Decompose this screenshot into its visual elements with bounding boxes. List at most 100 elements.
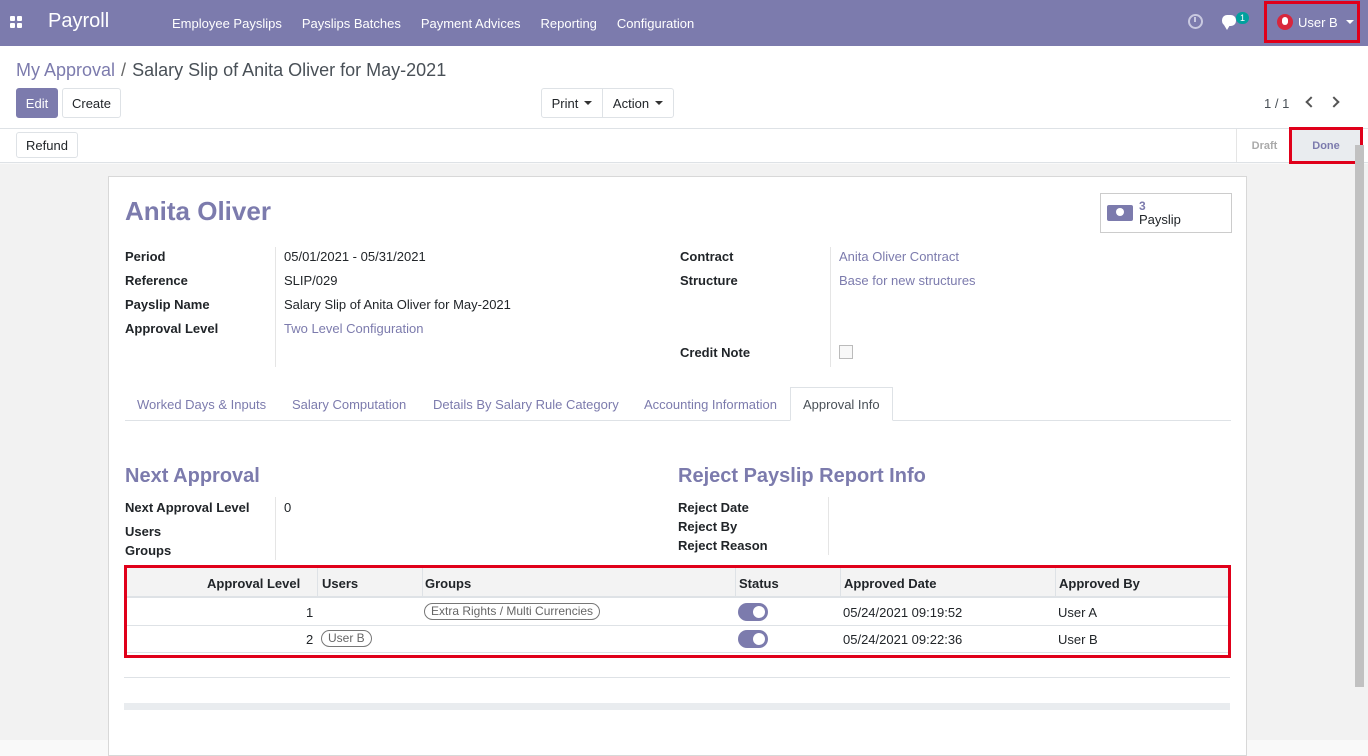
payslip-name-value[interactable]: Salary Slip of Anita Oliver for May-2021: [284, 297, 511, 312]
activity-clock-icon[interactable]: [1188, 14, 1203, 29]
row-level: 1: [306, 605, 314, 620]
tab-approval-info[interactable]: Approval Info: [790, 387, 893, 421]
print-dropdown[interactable]: Print: [541, 88, 603, 118]
row-approved-by: User A: [1058, 605, 1098, 620]
divider: [830, 247, 831, 367]
contract-label: Contract: [680, 249, 734, 264]
print-label: Print: [551, 95, 579, 111]
top-navbar: Payroll Employee Payslips Payslips Batch…: [0, 0, 1368, 46]
reference-label: Reference: [125, 273, 188, 288]
tab-details-by-rule[interactable]: Details By Salary Rule Category: [421, 387, 631, 421]
row-level: 2: [306, 632, 314, 647]
col-groups[interactable]: Groups: [425, 576, 471, 591]
reject-info-title: Reject Payslip Report Info: [678, 465, 926, 487]
messaging-chat-icon[interactable]: [1222, 15, 1236, 30]
reject-date-label: Reject Date: [678, 500, 749, 515]
menu-configuration[interactable]: Configuration: [617, 16, 694, 31]
breadcrumb: My Approval / Salary Slip of Anita Oliver …: [16, 60, 446, 81]
col-status[interactable]: Status: [739, 576, 779, 591]
breadcrumb-separator: /: [121, 60, 127, 80]
tab-worked-days[interactable]: Worked Days & Inputs: [125, 387, 278, 421]
chevron-right-icon[interactable]: [1328, 96, 1340, 108]
divider: [124, 677, 1230, 678]
breadcrumb-my-approval[interactable]: My Approval: [16, 60, 115, 80]
tab-salary-computation[interactable]: Salary Computation: [280, 387, 418, 421]
column-divider: [735, 568, 736, 598]
approval-lines-table: Approval Level Users Groups Status Appro…: [124, 565, 1231, 658]
notebook-tabs: Worked Days & Inputs Salary Computation …: [125, 387, 1231, 421]
pager-value[interactable]: 1 / 1: [1264, 96, 1289, 111]
col-approval-level[interactable]: Approval Level: [207, 576, 300, 591]
credit-note-checkbox[interactable]: [839, 345, 853, 359]
user-avatar-icon: [1277, 14, 1293, 30]
caret-down-icon: [655, 101, 664, 105]
payslip-count: 3: [1139, 199, 1146, 213]
status-toggle[interactable]: [738, 630, 768, 648]
groups-label: Groups: [125, 543, 172, 558]
employee-name: Anita Oliver: [125, 196, 271, 226]
structure-link[interactable]: Base for new structures: [839, 273, 976, 288]
menu-payment-advices[interactable]: Payment Advices: [421, 16, 521, 31]
user-tag: User B: [321, 630, 372, 647]
users-label: Users: [125, 524, 162, 539]
structure-label: Structure: [680, 273, 738, 288]
refund-button[interactable]: Refund: [16, 132, 78, 158]
reject-reason-label: Reject Reason: [678, 538, 768, 553]
menu-payslips-batches[interactable]: Payslips Batches: [302, 16, 401, 31]
contract-link[interactable]: Anita Oliver Contract: [839, 249, 959, 264]
chat-count-badge: 1: [1236, 12, 1250, 24]
reference-value[interactable]: SLIP/029: [284, 273, 338, 288]
divider: [275, 247, 276, 367]
row-approved-date: 05/24/2021 09:22:36: [843, 632, 963, 647]
approval-level-link[interactable]: Two Level Configuration: [284, 321, 423, 336]
menu-employee-payslips[interactable]: Employee Payslips: [172, 16, 282, 31]
divider: [275, 497, 276, 560]
edit-button[interactable]: Edit: [16, 88, 58, 118]
credit-note-label: Credit Note: [680, 345, 751, 360]
col-approved-by[interactable]: Approved By: [1059, 576, 1140, 591]
user-menu[interactable]: User B: [1264, 1, 1360, 43]
column-divider: [840, 568, 841, 598]
approval-level-label: Approval Level: [125, 321, 219, 336]
money-icon: [1107, 205, 1133, 221]
column-divider: [422, 568, 423, 598]
column-divider: [317, 568, 318, 598]
status-toggle[interactable]: [738, 603, 768, 621]
row-approved-by: User B: [1058, 632, 1098, 647]
create-button[interactable]: Create: [62, 88, 121, 118]
vertical-scrollbar[interactable]: [1355, 145, 1364, 687]
next-approval-level-label: Next Approval Level: [125, 500, 250, 515]
status-bar: Refund Draft Done: [0, 127, 1368, 164]
payslip-smart-label: Payslip: [1139, 212, 1181, 227]
tab-accounting-info[interactable]: Accounting Information: [632, 387, 789, 421]
col-approved-date[interactable]: Approved Date: [844, 576, 936, 591]
payslip-smart-button[interactable]: 3 Payslip: [1100, 193, 1232, 233]
col-users[interactable]: Users: [322, 576, 358, 591]
period-label: Period: [125, 249, 166, 264]
user-name: User B: [1298, 14, 1338, 30]
menu-reporting[interactable]: Reporting: [541, 16, 597, 31]
breadcrumb-current: Salary Slip of Anita Oliver for May-2021: [132, 60, 447, 80]
status-draft[interactable]: Draft: [1236, 129, 1292, 162]
period-value[interactable]: 05/01/2021 - 05/31/2021: [284, 249, 426, 264]
next-approval-level-value[interactable]: 0: [284, 500, 291, 515]
reject-by-label: Reject By: [678, 519, 738, 534]
next-approval-title: Next Approval: [125, 465, 260, 487]
app-brand[interactable]: Payroll: [48, 10, 109, 33]
caret-down-icon: [584, 101, 593, 105]
footer-band: [124, 703, 1230, 710]
caret-down-icon: [1345, 20, 1354, 24]
action-dropdown[interactable]: Action: [602, 88, 674, 118]
table-header: Approval Level Users Groups Status Appro…: [127, 568, 1228, 598]
chevron-left-icon[interactable]: [1305, 96, 1317, 108]
status-done[interactable]: Done: [1289, 127, 1363, 164]
divider: [828, 497, 829, 555]
action-label: Action: [612, 95, 650, 111]
row-approved-date: 05/24/2021 09:19:52: [843, 605, 963, 620]
payslip-name-label: Payslip Name: [125, 297, 210, 312]
form-sheet: Anita Oliver 3 Payslip Period 05/01/2021…: [108, 176, 1247, 756]
table-row[interactable]: 1 Extra Rights / Multi Currencies 05/24/…: [127, 599, 1228, 626]
column-divider: [1055, 568, 1056, 598]
table-row[interactable]: 2 User B 05/24/2021 09:22:36 User B: [127, 626, 1228, 653]
apps-menu-icon[interactable]: [10, 16, 24, 30]
